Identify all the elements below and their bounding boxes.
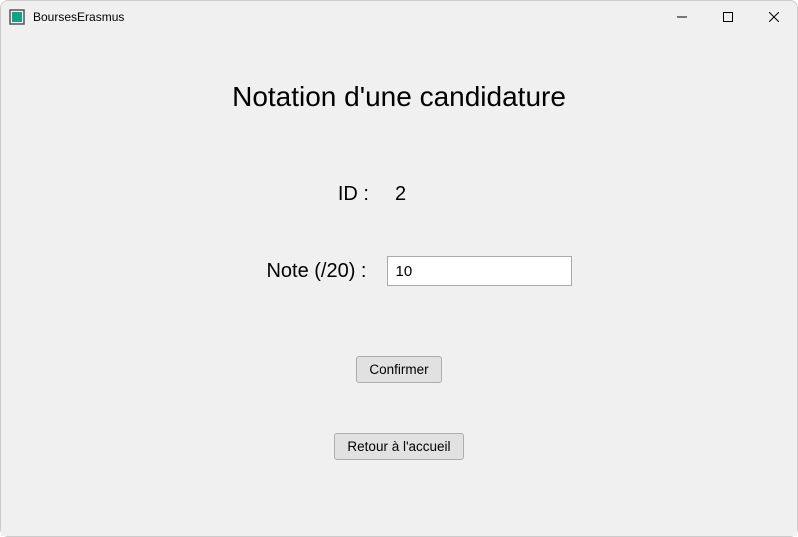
minimize-button[interactable]: [659, 1, 705, 33]
maximize-button[interactable]: [705, 1, 751, 33]
note-label: Note (/20) :: [227, 260, 367, 283]
close-icon: [769, 12, 779, 22]
app-icon: [9, 9, 25, 25]
page-title: Notation d'une candidature: [232, 81, 566, 113]
window-controls: [659, 1, 797, 33]
confirm-button[interactable]: Confirmer: [356, 356, 441, 383]
minimize-icon: [677, 12, 687, 22]
maximize-icon: [723, 12, 733, 22]
close-button[interactable]: [751, 1, 797, 33]
client-area: Notation d'une candidature ID : 2 Note (…: [1, 33, 797, 536]
note-input[interactable]: [387, 256, 572, 286]
back-button[interactable]: Retour à l'accueil: [334, 433, 463, 460]
note-row: Note (/20) :: [227, 256, 572, 286]
window-title: BoursesErasmus: [33, 10, 124, 24]
id-label: ID :: [229, 183, 369, 206]
app-window: BoursesErasmus Notation d'une cand: [0, 0, 798, 537]
id-row: ID : 2: [229, 183, 569, 206]
titlebar: BoursesErasmus: [1, 1, 797, 33]
button-group: Confirmer Retour à l'accueil: [334, 356, 463, 460]
id-value: 2: [389, 183, 569, 206]
